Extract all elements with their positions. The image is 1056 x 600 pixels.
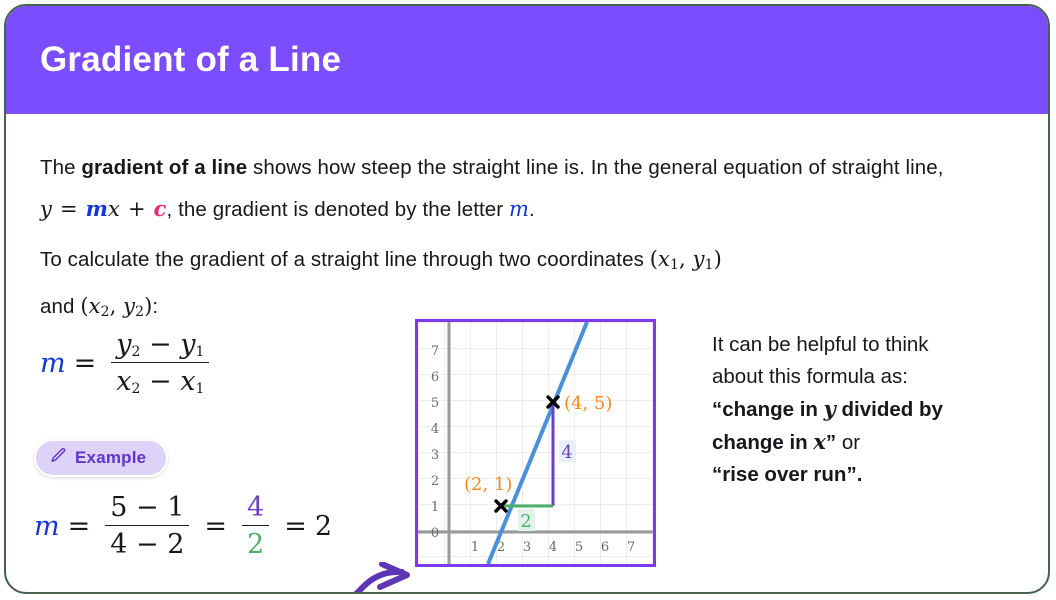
lesson-card: Gradient of a Line The gradient of a lin… [4, 4, 1050, 594]
explanation-line-4: change in x” or [712, 429, 861, 454]
equation-plus: + [127, 197, 146, 221]
point-label-4-5: (4, 5) [564, 393, 612, 414]
intro-bold-term: gradient of a line [81, 156, 248, 179]
formula-denominator: x2 − x1 [111, 362, 210, 397]
coordinate-graph: 0 1 2 3 4 5 6 7 1 2 3 4 5 6 7 (2, 1) (4,… [415, 319, 656, 567]
example-result: 2 [314, 510, 333, 542]
calc-text-b: and [40, 295, 81, 318]
svg-text:5: 5 [431, 396, 439, 411]
equation-x: x [108, 197, 120, 221]
explanation-line-3: “change in y divided by [712, 396, 943, 421]
explanation-panel: It can be helpful to think about this fo… [712, 329, 1022, 491]
svg-text:3: 3 [523, 540, 531, 555]
example-badge-label: Example [75, 448, 147, 467]
explanation-line-2: about this formula as: [712, 365, 908, 388]
equation-equals: = [59, 197, 78, 221]
svg-text:5: 5 [575, 540, 583, 555]
example-equals-3: = [284, 510, 307, 542]
coordinate-2: (x2, y2) [80, 294, 153, 320]
point-label-2-1: (2, 1) [464, 474, 512, 495]
example-fraction-1: 5 − 1 4 − 2 [105, 492, 190, 560]
page-header: Gradient of a Line [6, 6, 1048, 114]
example-denominator-1: 4 − 2 [105, 525, 190, 560]
coordinate-1: (x1, y1) [649, 247, 722, 273]
svg-text:1: 1 [471, 540, 479, 555]
page-body: The gradient of a line shows how steep t… [6, 114, 1048, 592]
gradient-formula: m = y2 − y1 x2 − x1 [40, 329, 216, 397]
svg-text:7: 7 [627, 540, 635, 555]
calc-text-c: : [152, 295, 159, 318]
svg-text:4: 4 [431, 422, 439, 437]
svg-text:1: 1 [431, 500, 439, 515]
example-run: 2 [242, 525, 270, 560]
run-label: 2 [520, 511, 531, 532]
svg-text:2: 2 [431, 474, 439, 489]
explanation-line-1: It can be helpful to think [712, 333, 929, 356]
example-m: m [34, 510, 60, 542]
example-equals-1: = [67, 510, 91, 542]
example-rise: 4 [247, 492, 265, 523]
pencil-icon [50, 447, 67, 469]
svg-text:6: 6 [601, 540, 609, 555]
calc-text-a: To calculate the gradient of a straight … [40, 248, 650, 271]
intro-text-b: shows how steep the straight line is. In… [247, 156, 944, 179]
intro-text-c: , the gradient is denoted by the letter [166, 198, 510, 221]
page-title: Gradient of a Line [40, 40, 342, 79]
svg-text:7: 7 [431, 344, 439, 359]
intro-letter-m: m [509, 197, 530, 221]
formula-fraction: y2 − y1 x2 − x1 [111, 329, 210, 397]
graph-svg: 0 1 2 3 4 5 6 7 1 2 3 4 5 6 7 (2, 1) (4,… [418, 321, 653, 565]
intro-text-d: . [529, 198, 535, 221]
svg-text:6: 6 [431, 370, 439, 385]
svg-text:3: 3 [431, 448, 439, 463]
svg-text:0: 0 [431, 526, 439, 541]
rise-label: 4 [561, 442, 572, 463]
equation-c: c [153, 196, 167, 221]
explanation-line-5: “rise over run”. [712, 463, 863, 486]
formula-m: m [40, 347, 66, 379]
example-badge[interactable]: Example [34, 439, 169, 477]
curved-arrow-icon [353, 562, 410, 592]
svg-text:4: 4 [549, 540, 557, 555]
formula-numerator: y2 − y1 [116, 329, 205, 360]
example-calculation: m = 5 − 1 4 − 2 = 4 2 = 2 [34, 492, 332, 560]
intro-paragraph: The gradient of a line shows how steep t… [40, 147, 1000, 230]
example-numerator-1: 5 − 1 [110, 492, 185, 523]
formula-equals: = [73, 347, 97, 379]
example-equals-2: = [204, 510, 228, 542]
example-fraction-2: 4 2 [242, 492, 270, 560]
equation-y: y [40, 197, 52, 221]
intro-text-a: The [40, 156, 82, 179]
equation-m: m [85, 196, 108, 221]
